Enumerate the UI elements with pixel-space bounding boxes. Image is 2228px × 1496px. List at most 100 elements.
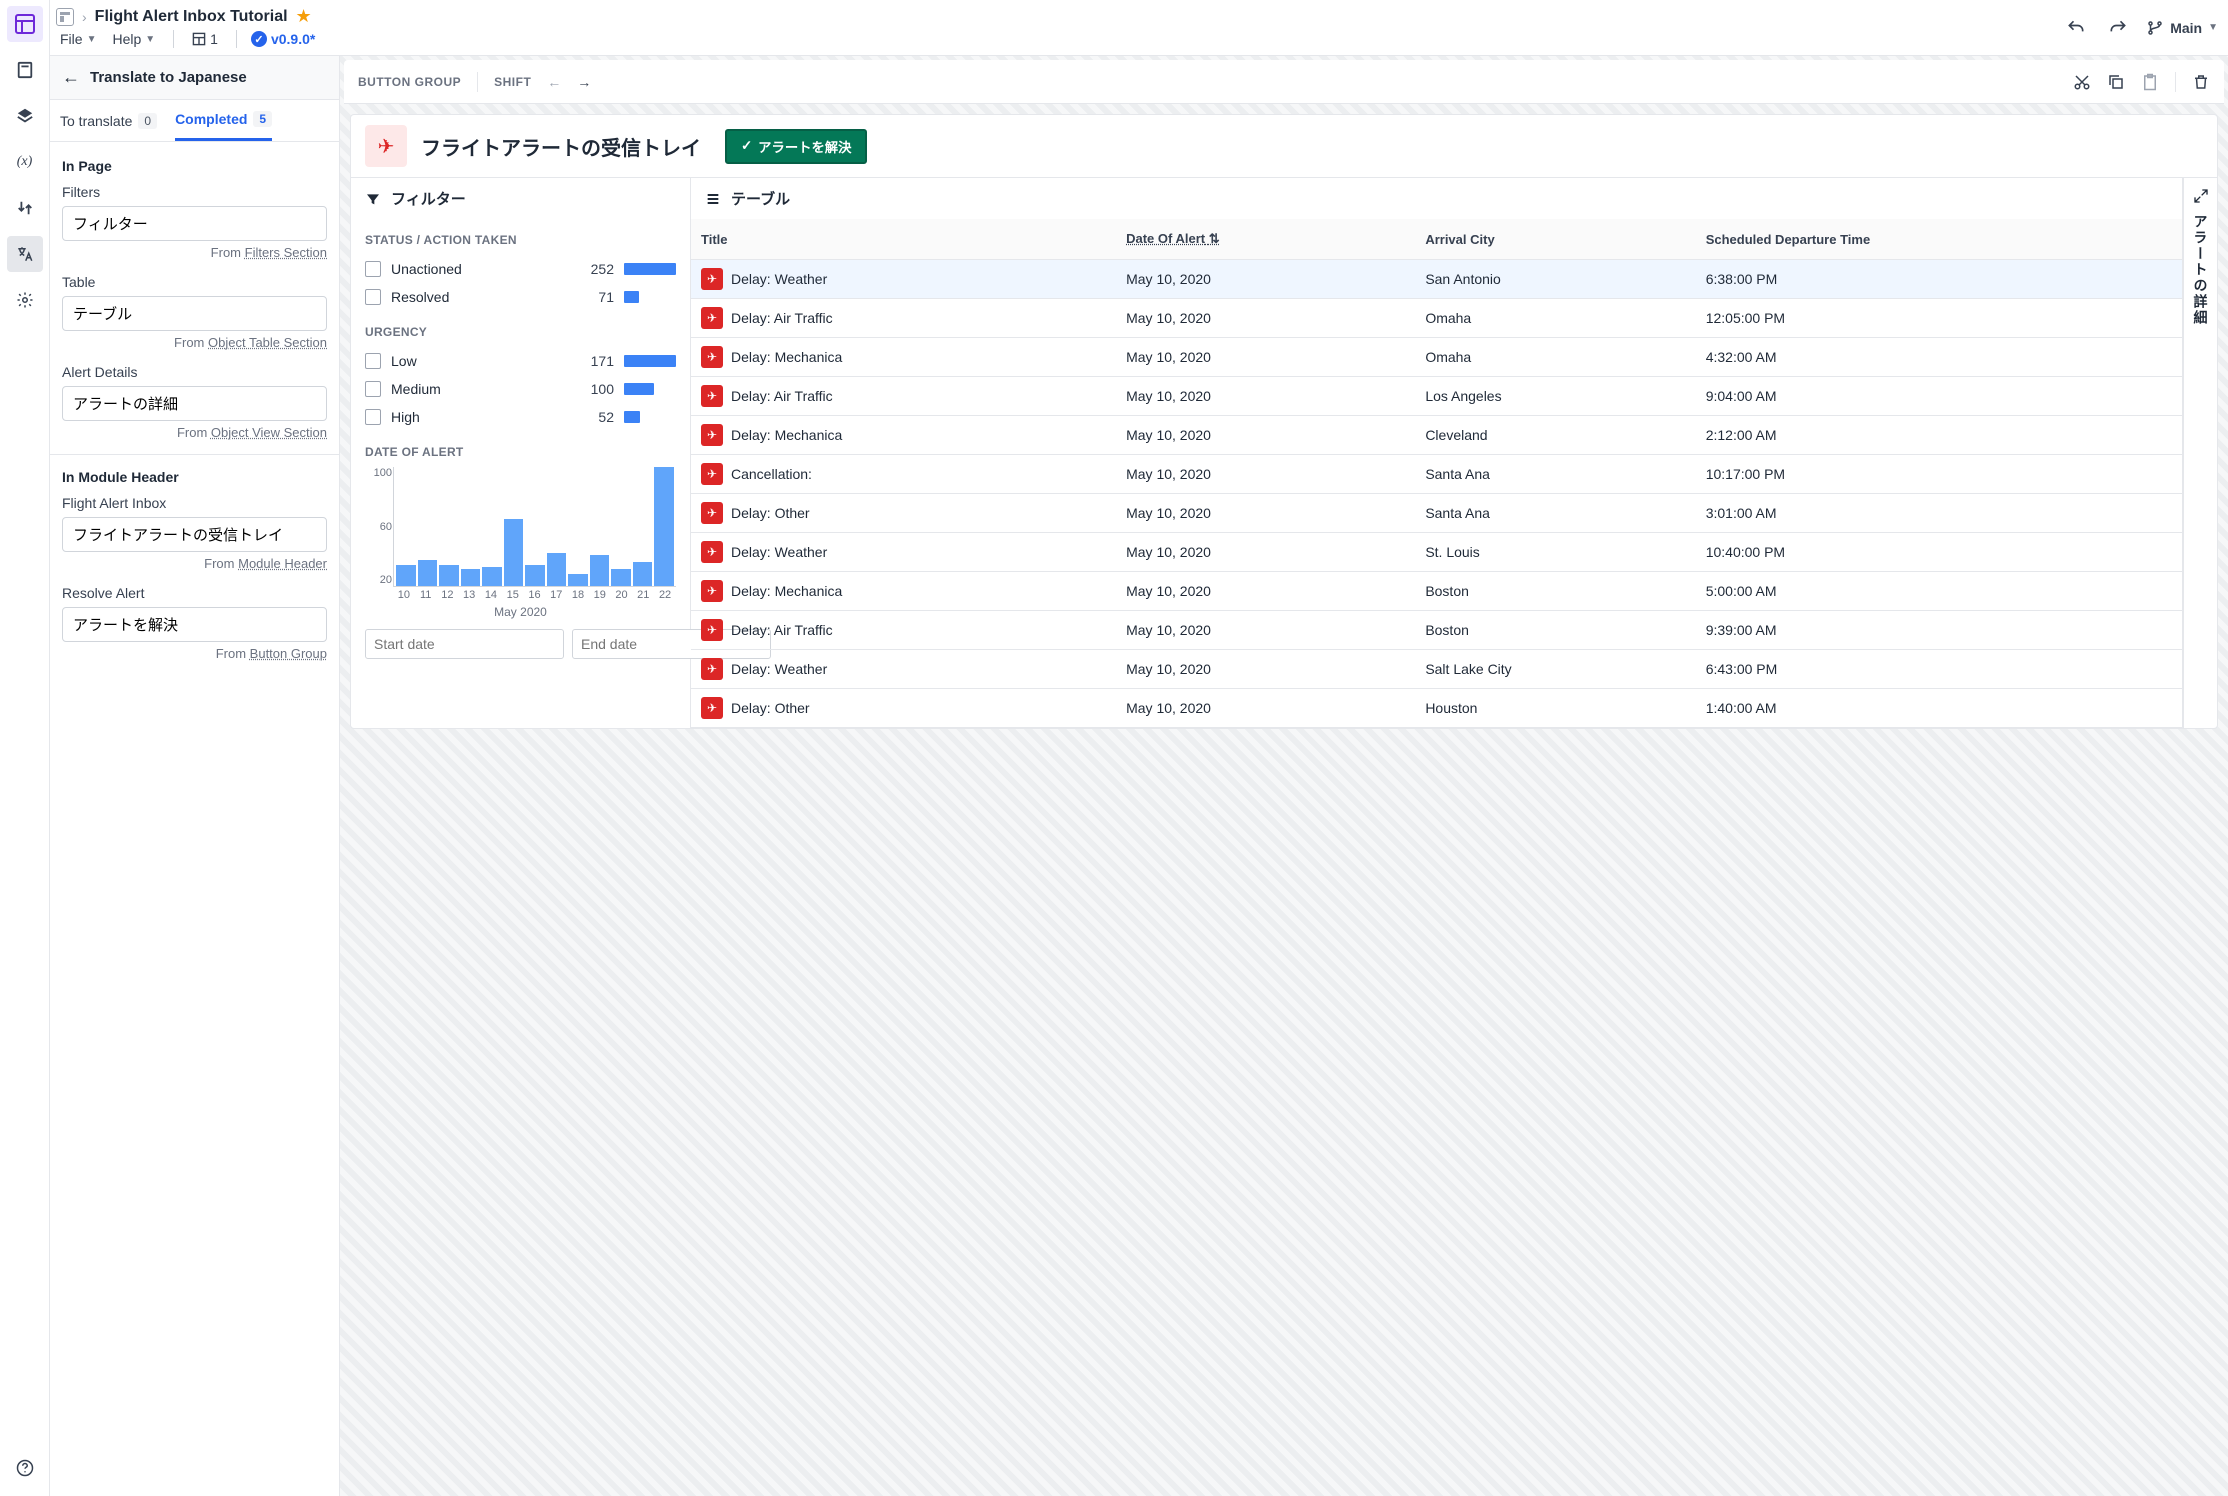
rail-page-icon[interactable] — [7, 52, 43, 88]
checkbox[interactable] — [365, 409, 381, 425]
histogram-bar[interactable] — [461, 569, 481, 586]
menu-help[interactable]: Help▼ — [108, 29, 159, 49]
histogram-bar[interactable] — [482, 567, 502, 586]
version-badge[interactable]: ✓ v0.9.0* — [251, 31, 315, 47]
table-row[interactable]: ✈Cancellation: May 10, 2020 Santa Ana 10… — [691, 455, 2182, 494]
row-date: May 10, 2020 — [1116, 338, 1415, 377]
translation-input-inbox[interactable] — [62, 517, 327, 552]
checkbox[interactable] — [365, 289, 381, 305]
table-row[interactable]: ✈Delay: Air Traffic May 10, 2020 Boston … — [691, 611, 2182, 650]
table-row[interactable]: ✈Delay: Mechanica May 10, 2020 Boston 5:… — [691, 572, 2182, 611]
rail-help-icon[interactable] — [7, 1450, 43, 1486]
translation-input-alert-details[interactable] — [62, 386, 327, 421]
undo-icon[interactable] — [2062, 14, 2090, 42]
checkbox[interactable] — [365, 381, 381, 397]
plane-icon: ✈ — [701, 268, 723, 290]
table-row[interactable]: ✈Delay: Mechanica May 10, 2020 Omaha 4:3… — [691, 338, 2182, 377]
copy-icon[interactable] — [2107, 73, 2125, 91]
translation-input-resolve[interactable] — [62, 607, 327, 642]
source-link[interactable]: Filters Section — [245, 245, 327, 260]
rail-variables-icon[interactable]: (x) — [7, 144, 43, 180]
histogram-bar[interactable] — [439, 565, 459, 586]
table-row[interactable]: ✈Delay: Weather May 10, 2020 Salt Lake C… — [691, 650, 2182, 689]
tab-completed[interactable]: Completed 5 — [175, 100, 272, 141]
plane-icon: ✈ — [701, 463, 723, 485]
col-date[interactable]: Date Of Alert ⇅ — [1116, 219, 1415, 260]
table-row[interactable]: ✈Delay: Weather May 10, 2020 San Antonio… — [691, 260, 2182, 299]
col-title[interactable]: Title — [691, 219, 1116, 260]
back-arrow-icon[interactable]: ← — [62, 67, 80, 88]
rail-transfer-icon[interactable] — [7, 190, 43, 226]
menu-file[interactable]: File▼ — [56, 29, 100, 49]
filter-row[interactable]: Unactioned 252 — [351, 255, 690, 283]
histogram-bar[interactable] — [590, 555, 610, 586]
row-title: Delay: Weather — [731, 271, 827, 287]
histogram-bar[interactable] — [568, 574, 588, 586]
histogram-bar[interactable] — [525, 565, 545, 586]
source-link[interactable]: Object View Section — [211, 425, 327, 440]
rail-settings-icon[interactable] — [7, 282, 43, 318]
expand-icon[interactable] — [2193, 188, 2209, 204]
row-departure: 10:40:00 PM — [1696, 533, 2182, 572]
row-departure: 3:01:00 AM — [1696, 494, 2182, 533]
selection-breadcrumb[interactable]: BUTTON GROUP — [358, 75, 461, 89]
table-row[interactable]: ✈Delay: Air Traffic May 10, 2020 Los Ang… — [691, 377, 2182, 416]
delete-icon[interactable] — [2192, 73, 2210, 91]
filter-row[interactable]: Resolved 71 — [351, 283, 690, 311]
rail-layers-icon[interactable] — [7, 98, 43, 134]
translation-input-filters[interactable] — [62, 206, 327, 241]
shift-left-icon[interactable]: ← — [547, 74, 561, 90]
redo-icon[interactable] — [2104, 14, 2132, 42]
row-departure: 2:12:00 AM — [1696, 416, 2182, 455]
breadcrumb-title[interactable]: Flight Alert Inbox Tutorial — [95, 8, 288, 26]
filter-label: Medium — [391, 381, 568, 397]
rail-layout-icon[interactable] — [7, 6, 43, 42]
branch-selector[interactable]: Main▼ — [2146, 19, 2218, 37]
source-link[interactable]: Object Table Section — [208, 335, 327, 350]
col-city[interactable]: Arrival City — [1415, 219, 1695, 260]
favorite-star-icon[interactable]: ★ — [296, 6, 312, 27]
histogram-bar[interactable] — [633, 562, 653, 586]
histogram-bar[interactable] — [396, 565, 416, 586]
filter-row[interactable]: Low 171 — [351, 347, 690, 375]
start-date-input[interactable] — [365, 629, 564, 659]
resolve-alert-button[interactable]: ✓ アラートを解決 — [725, 129, 867, 164]
filter-count: 100 — [578, 381, 614, 397]
row-date: May 10, 2020 — [1116, 455, 1415, 494]
table-row[interactable]: ✈Delay: Weather May 10, 2020 St. Louis 1… — [691, 533, 2182, 572]
checkbox[interactable] — [365, 353, 381, 369]
row-departure: 9:04:00 AM — [1696, 377, 2182, 416]
paste-icon[interactable] — [2141, 73, 2159, 91]
source-link[interactable]: Button Group — [250, 646, 327, 661]
histogram-bar[interactable] — [654, 467, 674, 586]
rail-translate-icon[interactable] — [7, 236, 43, 272]
layout-count[interactable]: 1 — [188, 29, 222, 49]
col-departure[interactable]: Scheduled Departure Time — [1696, 219, 2182, 260]
histogram-bar[interactable] — [611, 569, 631, 586]
section-in-page: In Page — [62, 158, 327, 174]
histogram-bar[interactable] — [418, 560, 438, 586]
table-row[interactable]: ✈Delay: Other May 10, 2020 Houston 1:40:… — [691, 689, 2182, 728]
table-row[interactable]: ✈Delay: Other May 10, 2020 Santa Ana 3:0… — [691, 494, 2182, 533]
tab-to-translate[interactable]: To translate 0 — [60, 100, 157, 141]
row-date: May 10, 2020 — [1116, 572, 1415, 611]
filter-label: Unactioned — [391, 261, 568, 277]
date-histogram[interactable]: 1006020 — [393, 467, 676, 587]
translation-input-table[interactable] — [62, 296, 327, 331]
shift-right-icon[interactable]: → — [577, 74, 591, 90]
row-departure: 6:43:00 PM — [1696, 650, 2182, 689]
histogram-bar[interactable] — [504, 519, 524, 586]
row-city: Boston — [1415, 611, 1695, 650]
filter-row[interactable]: High 52 — [351, 403, 690, 431]
filter-row[interactable]: Medium 100 — [351, 375, 690, 403]
detail-rail-title[interactable]: アラートの詳細 — [2191, 214, 2211, 326]
checkbox[interactable] — [365, 261, 381, 277]
table-row[interactable]: ✈Delay: Mechanica May 10, 2020 Cleveland… — [691, 416, 2182, 455]
histogram-bar[interactable] — [547, 553, 567, 586]
left-rail: (x) — [0, 0, 50, 1496]
cut-icon[interactable] — [2073, 73, 2091, 91]
plane-icon: ✈ — [701, 658, 723, 680]
app-icon[interactable] — [56, 8, 74, 26]
table-row[interactable]: ✈Delay: Air Traffic May 10, 2020 Omaha 1… — [691, 299, 2182, 338]
source-link[interactable]: Module Header — [238, 556, 327, 571]
